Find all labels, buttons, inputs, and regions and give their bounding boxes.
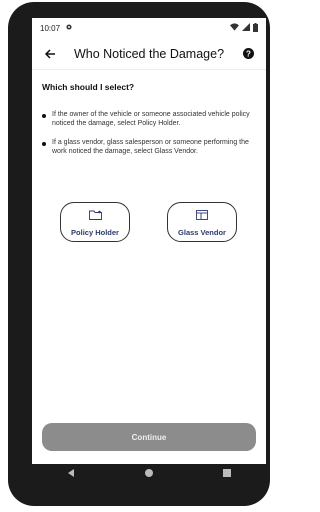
page-title: Who Noticed the Damage? xyxy=(73,46,225,61)
folder-icon xyxy=(88,207,102,225)
status-bar: 10:07 xyxy=(32,18,266,38)
screen: 10:07 Who Noticed the Damage? ? Which sh… xyxy=(32,18,266,464)
bullet-list: If the owner of the vehicle or someone a… xyxy=(42,110,256,166)
svg-text:?: ? xyxy=(246,49,251,58)
nav-back-icon[interactable] xyxy=(66,465,76,483)
policy-holder-label: Policy Holder xyxy=(71,228,119,237)
phone-frame: 10:07 Who Noticed the Damage? ? Which sh… xyxy=(8,2,270,506)
bullet-dot xyxy=(42,114,46,118)
nav-home-icon[interactable] xyxy=(144,465,154,483)
wifi-icon xyxy=(230,23,239,33)
bullet-text: If the owner of the vehicle or someone a… xyxy=(52,111,250,127)
glass-vendor-label: Glass Vendor xyxy=(178,228,226,237)
policy-holder-button[interactable]: Policy Holder xyxy=(60,202,130,242)
continue-button[interactable]: Continue xyxy=(42,423,256,451)
glass-vendor-button[interactable]: Glass Vendor xyxy=(167,202,237,242)
signal-icon xyxy=(242,23,250,33)
section-heading: Which should I select? xyxy=(42,82,135,92)
app-bar: Who Noticed the Damage? ? xyxy=(32,38,266,70)
list-item: If the owner of the vehicle or someone a… xyxy=(42,110,256,128)
bullet-text: If a glass vendor, glass salesperson or … xyxy=(52,139,249,155)
status-time: 10:07 xyxy=(40,23,61,33)
settings-icon xyxy=(65,23,73,33)
list-item: If a glass vendor, glass salesperson or … xyxy=(42,138,256,156)
android-nav-bar xyxy=(32,464,266,484)
bullet-dot xyxy=(42,142,46,146)
window-icon xyxy=(196,207,208,225)
back-arrow-icon[interactable] xyxy=(38,42,62,66)
help-icon[interactable]: ? xyxy=(236,42,260,66)
battery-icon xyxy=(253,22,258,34)
nav-recents-icon[interactable] xyxy=(222,465,232,483)
